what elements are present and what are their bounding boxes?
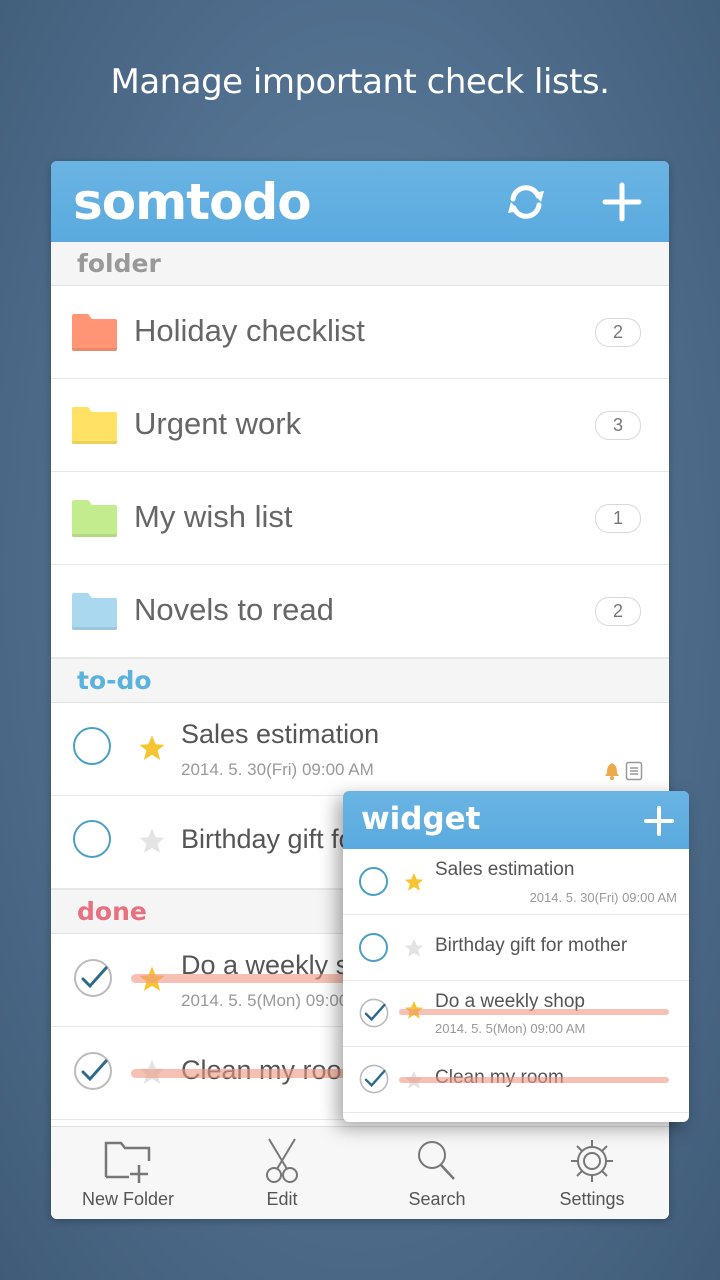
checkbox-unchecked[interactable] [359, 933, 388, 962]
star-icon-filled[interactable] [137, 733, 167, 763]
checkbox-checked[interactable] [358, 1063, 390, 1095]
folder-item[interactable]: Holiday checklist 2 [51, 286, 669, 379]
widget-item[interactable]: Sales estimation 2014. 5. 30(Fri) 09:00 … [343, 849, 689, 915]
widget-item-date: 2014. 5. 30(Fri) 09:00 AM [529, 890, 677, 905]
new-folder-icon [104, 1141, 151, 1183]
tab-label: New Folder [81, 1189, 175, 1209]
count-badge: 1 [595, 504, 641, 533]
widget-item-title: Sales estimation [435, 859, 575, 880]
count-badge: 2 [595, 318, 641, 347]
checkbox-checked[interactable] [73, 958, 113, 998]
strikethrough-mark [399, 1077, 669, 1083]
folder-item[interactable]: Novels to read 2 [51, 565, 669, 658]
section-header-todo: to-do [51, 658, 669, 703]
alarm-bell-icon [605, 763, 619, 780]
folder-icon [72, 500, 117, 537]
add-button[interactable] [599, 179, 645, 225]
widget-item-date: 2014. 5. 5(Mon) 09:00 AM [435, 1021, 586, 1036]
folder-list: Holiday checklist 2 Urgent work 3 My wish li… [51, 286, 669, 658]
folder-name: My wish list [134, 499, 293, 534]
tab-edit[interactable]: Edit [205, 1127, 359, 1219]
star-icon-filled[interactable] [403, 871, 425, 893]
tab-label: Settings [559, 1189, 625, 1209]
section-header-folder: folder [51, 242, 669, 286]
checkbox-unchecked[interactable] [73, 727, 111, 765]
widget-header: widget [343, 791, 689, 849]
checkbox-checked[interactable] [73, 1051, 113, 1091]
todo-item[interactable]: Sales estimation 2014. 5. 30(Fri) 09:00 … [51, 703, 669, 796]
tab-search[interactable]: Search [360, 1127, 514, 1219]
folder-name: Urgent work [134, 406, 302, 441]
widget-item[interactable]: Birthday gift for mother [343, 915, 689, 981]
tab-label: Edit [266, 1189, 298, 1209]
folder-name: Novels to read [134, 592, 334, 627]
star-icon-empty[interactable] [403, 937, 425, 959]
count-badge: 2 [595, 597, 641, 626]
tab-new-folder[interactable]: New Folder [51, 1127, 205, 1219]
folder-name: Holiday checklist [134, 313, 365, 348]
promo-title: Manage important check lists. [110, 62, 610, 102]
sync-button[interactable] [503, 179, 549, 225]
app-logo: somtodo [73, 173, 312, 231]
scissors-icon [266, 1138, 298, 1183]
widget-title: widget [361, 801, 481, 837]
strikethrough-mark [399, 1009, 669, 1015]
widget-item-title: Birthday gift for mother [435, 935, 628, 956]
checkbox-unchecked[interactable] [73, 820, 111, 858]
plus-icon [602, 182, 642, 222]
star-icon-empty[interactable] [137, 826, 167, 856]
folder-item[interactable]: Urgent work 3 [51, 379, 669, 472]
todo-title: Sales estimation [181, 719, 380, 749]
folder-icon [72, 593, 117, 630]
checkbox-unchecked[interactable] [359, 867, 388, 896]
tab-label: Search [408, 1189, 466, 1209]
widget-item[interactable]: Clean my room [343, 1047, 689, 1113]
bottom-tab-bar: New Folder Edit Search Settings [51, 1126, 669, 1219]
gear-icon [571, 1140, 613, 1182]
folder-icon [72, 407, 117, 444]
home-widget: widget Sales estimation 2014. 5. 30(Fri)… [343, 791, 689, 1122]
tab-settings[interactable]: Settings [515, 1127, 669, 1219]
app-header: somtodo [51, 161, 669, 242]
sync-icon [508, 185, 544, 219]
memo-icon [626, 761, 643, 781]
folder-icon [72, 314, 117, 351]
widget-item[interactable]: Do a weekly shop 2014. 5. 5(Mon) 09:00 A… [343, 981, 689, 1047]
todo-date: 2014. 5. 30(Fri) 09:00 AM [181, 760, 374, 779]
count-badge: 3 [595, 411, 641, 440]
widget-add-icon[interactable] [643, 805, 675, 837]
folder-item[interactable]: My wish list 1 [51, 472, 669, 565]
checkbox-checked[interactable] [358, 997, 390, 1029]
search-icon [418, 1141, 455, 1180]
